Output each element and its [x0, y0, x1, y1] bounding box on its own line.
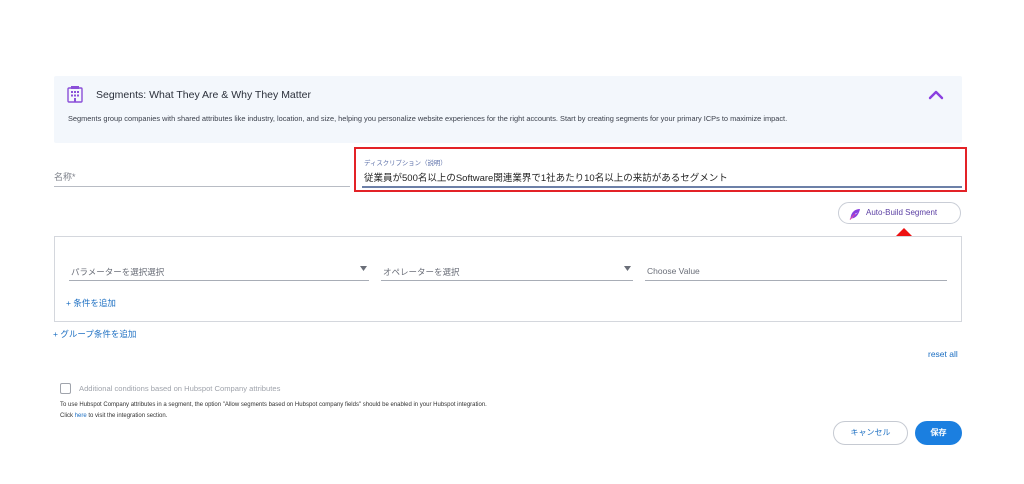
auto-build-label: Auto-Build Segment [866, 208, 938, 217]
feather-icon [849, 209, 860, 220]
segments-info-card: Segments: What They Are & Why They Matte… [54, 76, 962, 143]
save-button[interactable]: 保存 [915, 421, 962, 445]
operator-select[interactable]: オペレーターを選択 [381, 261, 633, 281]
reset-all-link[interactable]: reset all [928, 349, 958, 359]
cancel-button[interactable]: キャンセル [833, 421, 908, 445]
parameter-select[interactable]: パラメーターを選択選択 [69, 261, 369, 281]
name-field-wrapper [54, 165, 350, 187]
caret-down-icon [624, 266, 631, 271]
description-label: ディスクリプション（説明） [364, 160, 447, 167]
description-input[interactable]: 従業員が500名以上のSoftware関連業界で1社あたり10名以上の来訪がある… [364, 170, 728, 184]
info-description: Segments group companies with shared att… [68, 114, 788, 123]
operator-select-placeholder: オペレーターを選択 [383, 267, 460, 277]
parameter-select-placeholder: パラメーターを選択選択 [71, 267, 165, 277]
auto-build-segment-button[interactable]: Auto-Build Segment [838, 202, 961, 224]
add-condition-link[interactable]: + 条件を追加 [66, 297, 116, 309]
name-input[interactable] [54, 165, 350, 182]
value-select[interactable]: Choose Value [645, 261, 947, 281]
hubspot-attributes-label: Additional conditions based on Hubspot C… [79, 384, 281, 393]
value-select-placeholder: Choose Value [647, 266, 700, 276]
note-suffix: to visit the integration section. [86, 413, 168, 419]
note-prefix: Click [60, 413, 75, 419]
add-group-condition-link[interactable]: + グループ条件を追加 [53, 328, 136, 340]
info-title: Segments: What They Are & Why They Matte… [96, 89, 311, 101]
conditions-group: パラメーターを選択選択 オペレーターを選択 Choose Value + 条件を… [54, 236, 962, 322]
caret-down-icon [360, 266, 367, 271]
building-icon [67, 86, 83, 103]
description-field[interactable]: ディスクリプション（説明） 従業員が500名以上のSoftware関連業界で1社… [362, 157, 962, 188]
hubspot-attributes-checkbox[interactable] [60, 383, 71, 394]
hubspot-note-link-line: Click here to visit the integration sect… [60, 413, 167, 419]
integration-link[interactable]: here [75, 413, 87, 419]
chevron-up-icon[interactable] [928, 88, 944, 102]
hubspot-note: To use Hubspot Company attributes in a s… [60, 402, 487, 408]
